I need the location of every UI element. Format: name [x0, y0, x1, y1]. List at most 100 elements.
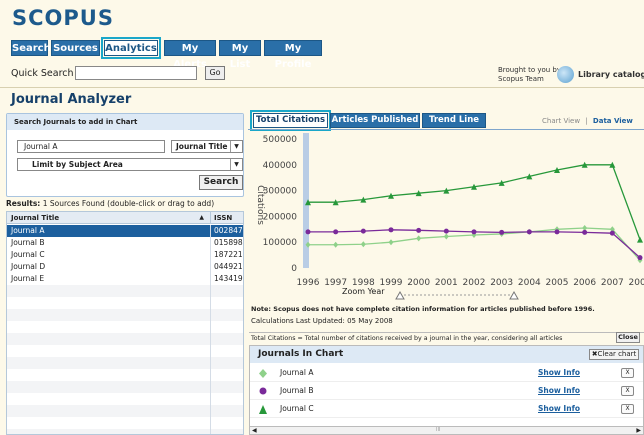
- y-tick-label: 100000: [263, 238, 298, 248]
- close-definition-button[interactable]: Close: [616, 332, 640, 343]
- journal-search-input[interactable]: Journal A: [17, 140, 165, 153]
- data-point[interactable]: [416, 235, 422, 242]
- journal-title-cell: Journal E: [11, 274, 45, 283]
- data-coverage-note: Note: Scopus does not have complete cita…: [251, 305, 595, 313]
- citations-line-chart: 0100000200000300000400000500000 1996 1997…: [255, 133, 644, 288]
- search-type-select[interactable]: Journal Title ▼: [171, 140, 243, 153]
- issn-cell: 04492185: [210, 261, 243, 273]
- empty-row: [7, 297, 243, 309]
- journal-title-cell: Journal B: [11, 238, 45, 247]
- data-point[interactable]: [443, 233, 449, 240]
- sort-ascending-icon: ▲: [199, 214, 204, 221]
- zoom-year-label: Zoom Year: [342, 287, 385, 296]
- results-summary: Results: 1 Sources Found (double-click o…: [6, 199, 214, 208]
- data-point[interactable]: [416, 227, 422, 233]
- tab-trend-line[interactable]: Trend Line: [422, 113, 486, 128]
- empty-row: [7, 357, 243, 369]
- data-point[interactable]: [388, 239, 394, 246]
- empty-cell: [210, 417, 243, 429]
- data-point[interactable]: [637, 255, 643, 261]
- horizontal-scrollbar[interactable]: ◀ III ▶: [249, 426, 644, 435]
- empty-cell: [210, 297, 243, 309]
- table-row[interactable]: Journal B 01589870: [7, 237, 243, 249]
- data-point[interactable]: [333, 241, 339, 248]
- nav-tab-analytics[interactable]: Analytics: [101, 37, 161, 59]
- y-tick-label: 400000: [263, 161, 298, 171]
- remove-journal-button[interactable]: X: [621, 404, 634, 414]
- chevron-down-icon: ▼: [230, 141, 242, 152]
- data-point[interactable]: [526, 229, 532, 235]
- results-text: 1 Sources Found (double-click or drag to…: [42, 199, 215, 208]
- column-header-issn[interactable]: ISSN: [210, 212, 243, 224]
- tab-articles-published[interactable]: Articles Published: [330, 113, 420, 128]
- scroll-left-icon[interactable]: ◀: [252, 427, 257, 434]
- nav-tab-sources[interactable]: Sources: [51, 40, 100, 56]
- x-tick-label: 2008: [629, 278, 644, 288]
- slider-handle-left[interactable]: [395, 290, 405, 300]
- empty-cell: [210, 429, 243, 434]
- remove-journal-button[interactable]: X: [621, 368, 634, 378]
- column-header-title[interactable]: Journal Title ▲: [7, 212, 210, 224]
- search-button[interactable]: Search: [199, 175, 243, 190]
- x-tick-label: 2000: [407, 278, 430, 288]
- data-point[interactable]: [305, 229, 311, 235]
- empty-row: [7, 417, 243, 429]
- issn-cell: 01589870: [210, 237, 243, 249]
- data-point[interactable]: [554, 229, 560, 235]
- quick-search-go-button[interactable]: Go: [205, 66, 225, 80]
- nav-tab-my-profile[interactable]: My Profile: [264, 40, 322, 70]
- data-point[interactable]: [582, 229, 588, 235]
- nav-tab-my-alerts[interactable]: My Alerts: [164, 40, 216, 70]
- table-row[interactable]: Journal E 14341981: [7, 273, 243, 285]
- data-point[interactable]: [360, 241, 366, 248]
- empty-cell: [210, 345, 243, 357]
- library-catalogue-link[interactable]: Library catalogue: [578, 70, 644, 79]
- slider-handle-right[interactable]: [509, 290, 519, 300]
- x-tick-label: 2001: [435, 278, 458, 288]
- empty-row: [7, 321, 243, 333]
- empty-row: [7, 309, 243, 321]
- data-point[interactable]: [443, 228, 449, 234]
- table-row[interactable]: Journal C 18722146: [7, 249, 243, 261]
- calculation-date: Calculations Last Updated: 05 May 2008: [251, 317, 393, 325]
- journal-chart-name: Journal A: [280, 368, 314, 377]
- data-view-link[interactable]: Data View: [593, 117, 633, 125]
- table-row[interactable]: Journal A 00284793: [7, 225, 243, 237]
- empty-row: [7, 429, 243, 434]
- scroll-right-icon[interactable]: ▶: [636, 427, 641, 434]
- zoom-year-slider[interactable]: [392, 290, 522, 300]
- chart-view-link[interactable]: Chart View: [542, 117, 580, 125]
- empty-row: [7, 369, 243, 381]
- empty-row: [7, 345, 243, 357]
- journals-in-chart-panel: Journals In Chart ✖Clear chart Journal A…: [249, 345, 644, 435]
- show-info-link[interactable]: Show Info: [538, 382, 580, 400]
- empty-cell: [210, 321, 243, 333]
- data-point[interactable]: [333, 229, 339, 235]
- x-tick-label: 2005: [546, 278, 569, 288]
- triangle-marker-icon: [259, 405, 267, 414]
- journal-title-cell: Journal C: [11, 250, 45, 259]
- show-info-link[interactable]: Show Info: [538, 400, 580, 418]
- journal-chart-row: Journal C Show Info X: [250, 400, 643, 418]
- x-tick-label: 2004: [518, 278, 541, 288]
- data-point[interactable]: [609, 230, 615, 236]
- quick-search-input[interactable]: [75, 66, 197, 80]
- data-point[interactable]: [471, 229, 477, 235]
- search-type-value: Journal Title: [176, 142, 228, 151]
- subject-area-select[interactable]: Limit by Subject Area ▼: [17, 158, 243, 171]
- remove-journal-button[interactable]: X: [621, 386, 634, 396]
- empty-cell: [210, 369, 243, 381]
- diamond-marker-icon: [259, 369, 267, 378]
- clear-chart-button[interactable]: ✖Clear chart: [589, 349, 639, 360]
- tab-total-citations[interactable]: Total Citations: [250, 110, 331, 131]
- empty-cell: [210, 309, 243, 321]
- nav-tab-search[interactable]: Search: [11, 40, 51, 56]
- data-point[interactable]: [388, 227, 394, 233]
- nav-tab-my-list[interactable]: My List: [219, 40, 261, 70]
- show-info-link[interactable]: Show Info: [538, 364, 580, 382]
- data-point[interactable]: [360, 228, 366, 234]
- data-point[interactable]: [637, 236, 643, 243]
- table-row[interactable]: Journal D 04492185: [7, 261, 243, 273]
- data-point[interactable]: [499, 229, 505, 235]
- scroll-thumb[interactable]: III: [436, 427, 440, 433]
